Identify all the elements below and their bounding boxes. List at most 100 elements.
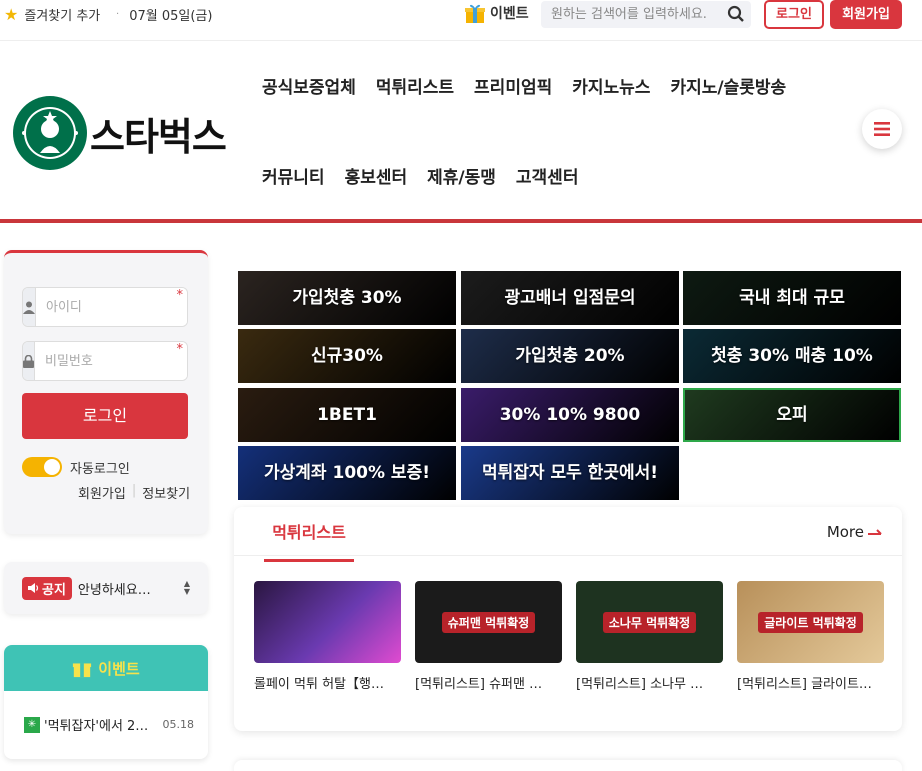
bookmark-label: 즐겨찾기 추가 (24, 9, 101, 24)
ad-banner[interactable]: 1BET1 (238, 388, 456, 442)
event-link[interactable]: 이벤트 (464, 2, 529, 24)
site-header: 스타벅스 공식보증업체 먹튀리스트 프리미엄픽 카지노뉴스 카지노/슬롯방송 커… (0, 40, 922, 220)
nav-item-customer-center[interactable]: 고객센터 (516, 163, 579, 188)
id-input[interactable] (36, 288, 187, 326)
scam-item[interactable]: 소나무 먹튀확정 [먹튀리스트] 소나무 … (576, 581, 723, 692)
notice-tag: 공지 (22, 576, 72, 600)
speaker-icon (28, 583, 39, 593)
date-label: 07월 05일(금) (129, 9, 213, 24)
event-item-title: '먹튀잡자'에서 2… (44, 719, 149, 734)
gift-icon (464, 2, 486, 24)
hamburger-menu-button[interactable] (862, 109, 902, 149)
auto-login-label: 자동로그인 (70, 461, 130, 477)
password-input[interactable] (35, 342, 187, 380)
ad-banner[interactable]: 광고배너 입점문의 (461, 271, 679, 325)
required-mark: * (176, 342, 184, 357)
auto-login-toggle[interactable] (22, 457, 62, 477)
event-list-item[interactable]: ✳ '먹튀잡자'에서 2… 05.18 (24, 715, 194, 734)
arrow-right-icon (868, 529, 882, 535)
event-item-date: 05.18 (162, 718, 195, 731)
scam-item[interactable]: 슈퍼맨 먹튀확정 [먹튀리스트] 슈퍼맨 … (415, 581, 562, 692)
scam-thumbnail: 슈퍼맨 먹튀확정 (415, 581, 562, 663)
date-display: · 07월 05일(금) (116, 5, 212, 24)
checkmark-icon: ✳ (24, 716, 40, 733)
ad-banner[interactable]: 가입첫충 20% (461, 329, 679, 383)
scam-caption: [먹튀리스트] 슈퍼맨 … (415, 677, 543, 692)
event-box: 이벤트 ✳ '먹튀잡자'에서 2… 05.18 (4, 645, 208, 759)
link-separator: | (131, 483, 137, 498)
ad-banner-text: 1BET1 (317, 404, 377, 425)
ad-banner-text: 첫충 30% 매충 10% (711, 345, 873, 366)
notice-scroll-icon[interactable]: ▲ ▼ (184, 580, 190, 596)
starbucks-emblem-icon (13, 96, 87, 170)
ad-banner-text: 30% 10% 9800 (499, 404, 641, 425)
tab-divider (234, 555, 902, 556)
scam-thumbnails: 롤페이 먹튀 허탈【행… 슈퍼맨 먹튀확정 [먹튀리스트] 슈퍼맨 … 소나무 … (254, 581, 884, 692)
login-button-top[interactable]: 로그인 (764, 0, 824, 29)
gift-icon (73, 663, 92, 678)
ad-banner[interactable]: 국내 최대 규모 (683, 271, 901, 325)
ad-banner[interactable]: 오피 (683, 388, 901, 442)
ad-banner-text: 먹튀잡자 모두 한곳에서! (482, 462, 658, 483)
event-label: 이벤트 (490, 6, 529, 22)
login-button[interactable]: 로그인 (22, 393, 188, 439)
nav-item-partnership[interactable]: 제휴/동맹 (427, 163, 496, 188)
scam-item[interactable]: 글라이트 먹튀확정 [먹튀리스트] 글라이트… (737, 581, 884, 692)
find-info-link[interactable]: 정보찾기 (142, 483, 190, 502)
search-box (541, 1, 751, 28)
site-logo[interactable]: 스타벅스 (12, 95, 227, 171)
required-mark: * (176, 288, 184, 303)
top-bar: ★ 즐겨찾기 추가 · 07월 05일(금) 이벤트 로그인 회원가입 (0, 0, 922, 29)
main-nav-row-1: 공식보증업체 먹튀리스트 프리미엄픽 카지노뉴스 카지노/슬롯방송 (262, 73, 786, 98)
user-icon (23, 288, 36, 326)
join-link[interactable]: 회원가입 (78, 483, 126, 502)
search-icon[interactable] (727, 5, 745, 27)
scam-badge: 글라이트 먹튀확정 (758, 611, 863, 633)
nav-item-scam-list[interactable]: 먹튀리스트 (376, 73, 454, 98)
ad-banner[interactable]: 30% 10% 9800 (461, 388, 679, 442)
header-divider (0, 219, 922, 223)
ad-banner[interactable]: 첫충 30% 매충 10% (683, 329, 901, 383)
hamburger-icon (874, 122, 890, 136)
star-icon: ★ (4, 4, 19, 24)
nav-item-casino-news[interactable]: 카지노뉴스 (572, 73, 650, 98)
bookmark-link[interactable]: ★ 즐겨찾기 추가 (4, 5, 100, 24)
notice-text[interactable]: 안녕하세요… (78, 579, 151, 598)
next-section-card (234, 760, 902, 771)
ad-banner-text: 가입첫충 20% (515, 345, 625, 366)
event-title: 이벤트 (98, 659, 140, 678)
logo-text: 스타벅스 (90, 114, 227, 159)
scam-caption: [먹튀리스트] 글라이트… (737, 677, 872, 692)
event-header[interactable]: 이벤트 (4, 645, 208, 691)
nav-item-casino-slot-stream[interactable]: 카지노/슬롯방송 (670, 73, 786, 98)
scam-thumbnail: 글라이트 먹튀확정 (737, 581, 884, 663)
ad-banner[interactable]: 가상계좌 100% 보증! (238, 446, 456, 500)
more-label: More (826, 523, 864, 541)
ad-banner[interactable]: 가입첫충 30% (238, 271, 456, 325)
scam-caption: [먹튀리스트] 소나무 … (576, 677, 704, 692)
ad-banner-text: 오피 (776, 404, 808, 425)
dot-separator: · (116, 9, 120, 20)
nav-item-community[interactable]: 커뮤니티 (262, 163, 325, 188)
ad-banner[interactable]: 먹튀잡자 모두 한곳에서! (461, 446, 679, 500)
auto-login: 자동로그인 (22, 457, 130, 477)
nav-item-premium-pick[interactable]: 프리미엄픽 (474, 73, 552, 98)
more-link[interactable]: More (827, 523, 882, 541)
ad-banner-text: 가상계좌 100% 보증! (264, 462, 430, 483)
login-card: * * 로그인 자동로그인 회원가입 | 정보찾기 (4, 250, 208, 534)
search-input[interactable] (541, 1, 719, 28)
notice-bar: 공지 안녕하세요… ▲ ▼ (4, 562, 208, 614)
nav-item-promo-center[interactable]: 홍보센터 (345, 163, 408, 188)
scam-thumbnail: 소나무 먹튀확정 (576, 581, 723, 663)
scam-item[interactable]: 롤페이 먹튀 허탈【행… (254, 581, 401, 692)
nav-item-official[interactable]: 공식보증업체 (262, 73, 356, 98)
scam-caption: 롤페이 먹튀 허탈【행… (254, 677, 384, 692)
ad-banner[interactable]: 신규30% (238, 329, 456, 383)
account-links: 회원가입 | 정보찾기 (78, 483, 190, 502)
join-button-top[interactable]: 회원가입 (830, 0, 902, 29)
notice-tag-label: 공지 (42, 582, 66, 598)
password-field: * (22, 341, 188, 381)
id-field: * (22, 287, 188, 327)
ad-banner-text: 신규30% (311, 345, 383, 366)
ad-banner-text: 가입첫충 30% (292, 287, 402, 308)
